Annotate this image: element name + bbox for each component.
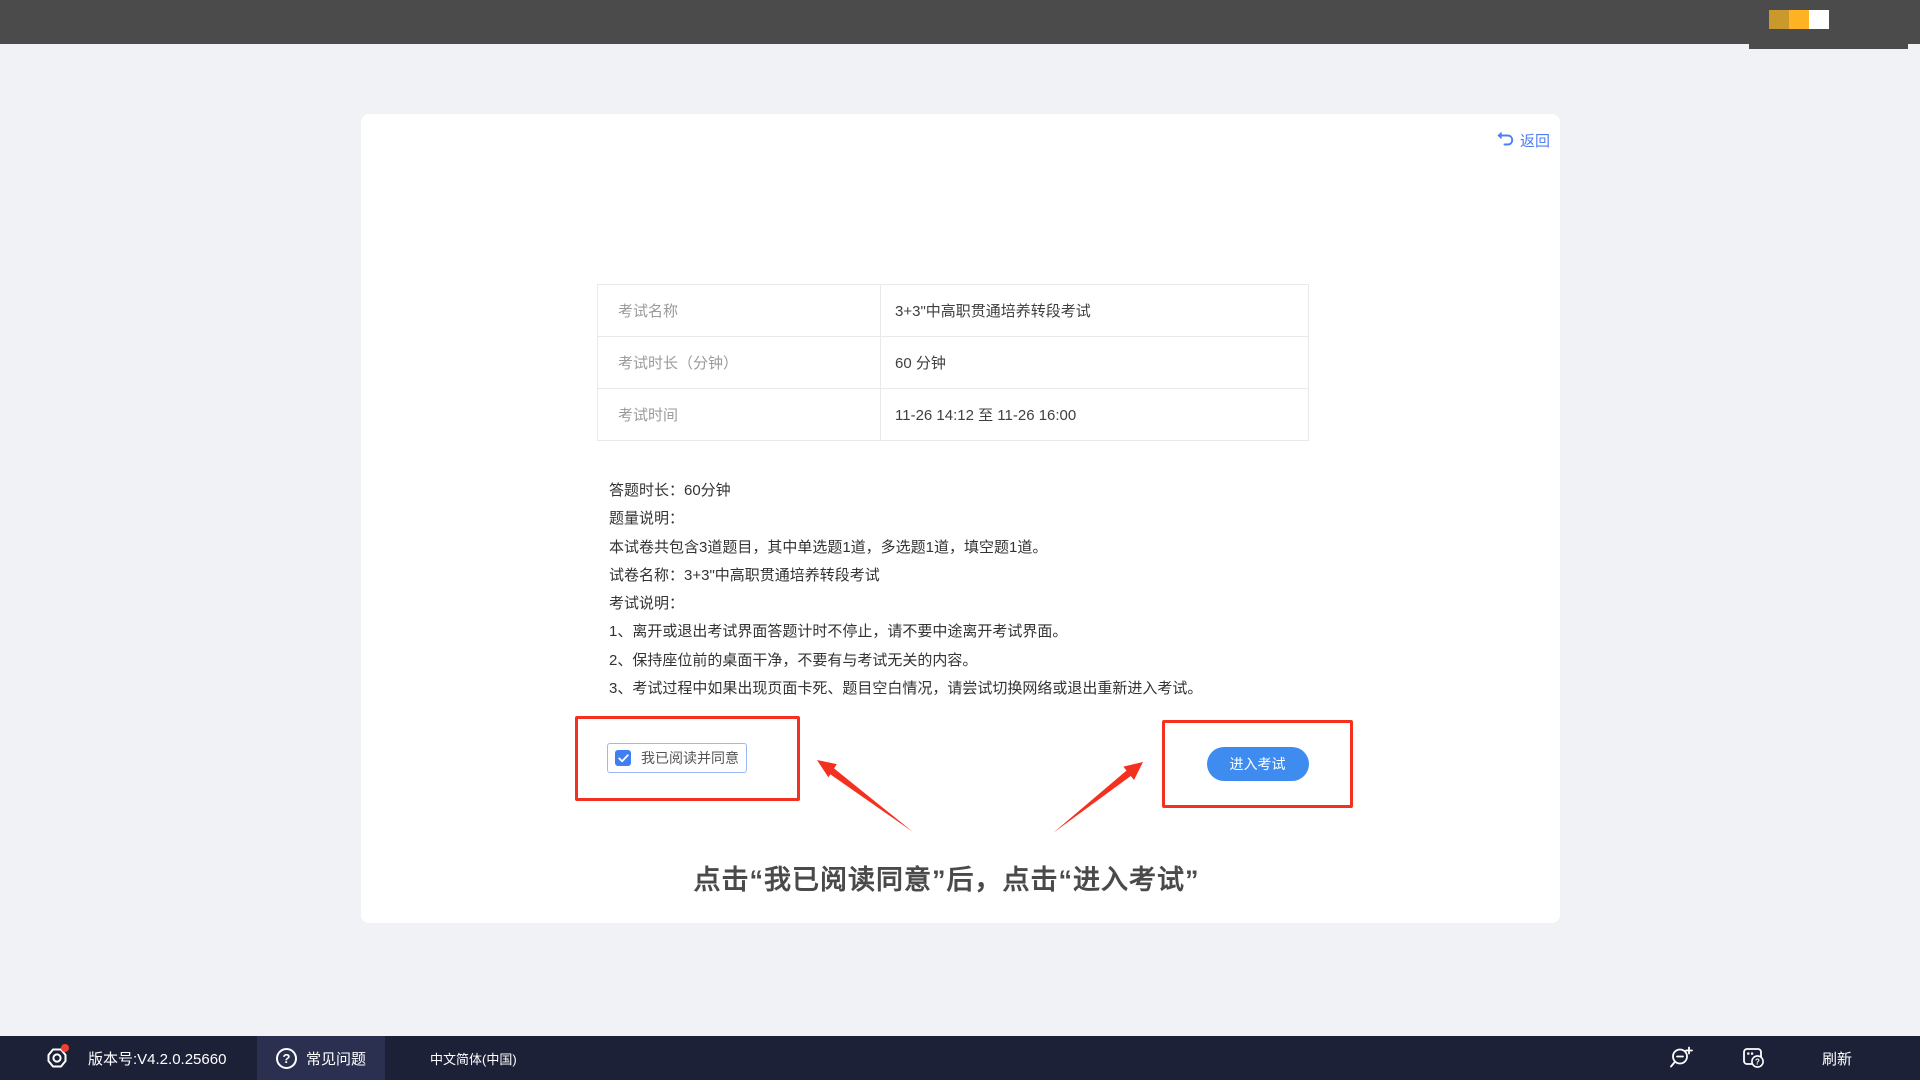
check-icon <box>618 754 629 763</box>
back-label: 返回 <box>1520 130 1550 151</box>
exam-time-label: 考试时间 <box>598 389 881 440</box>
instruction-line: 题量说明： <box>609 505 1202 533</box>
refresh-button[interactable]: 刷新 <box>1822 1036 1852 1080</box>
table-row: 考试时间 11-26 14:12 至 11-26 16:00 <box>598 389 1308 441</box>
exam-duration-value: 60 分钟 <box>881 337 1308 388</box>
top-bar-notch <box>1749 0 1908 49</box>
agree-checkbox-group[interactable]: 我已阅读并同意 <box>607 743 747 773</box>
survey-button[interactable]: ? <box>1740 1036 1766 1080</box>
exam-instructions: 答题时长：60分钟 题量说明： 本试卷共包含3道题目，其中单选题1道，多选题1道… <box>609 477 1202 703</box>
exam-name-value: 3+3"中高职贯通培养转段考试 <box>881 285 1308 336</box>
undo-icon <box>1497 131 1514 150</box>
exam-info-table: 考试名称 3+3"中高职贯通培养转段考试 考试时长（分钟） 60 分钟 考试时间… <box>597 284 1309 441</box>
questionnaire-icon: ? <box>1740 1045 1766 1071</box>
instruction-line: 3、考试过程中如果出现页面卡死、题目空白情况，请尝试切换网络或退出重新进入考试。 <box>609 675 1202 703</box>
button-annotation-box: 进入考试 <box>1162 720 1353 808</box>
annotation-caption: 点击“我已阅读同意”后，点击“进入考试” <box>361 858 1560 897</box>
table-row: 考试名称 3+3"中高职贯通培养转段考试 <box>598 285 1308 337</box>
exam-name-label: 考试名称 <box>598 285 881 336</box>
instruction-line: 本试卷共包含3道题目，其中单选题1道，多选题1道，填空题1道。 <box>609 534 1202 562</box>
enter-exam-button[interactable]: 进入考试 <box>1207 747 1309 781</box>
instruction-line: 考试说明： <box>609 590 1202 618</box>
question-circle-icon: ? <box>276 1048 297 1069</box>
version-label: 版本号:V4.2.0.25660 <box>88 1036 226 1080</box>
instruction-line: 试卷名称：3+3"中高职贯通培养转段考试 <box>609 562 1202 590</box>
zoom-control[interactable] <box>1668 1036 1694 1080</box>
app-logo-squares <box>1769 10 1829 29</box>
faq-label: 常见问题 <box>306 1048 366 1069</box>
instruction-line: 2、保持座位前的桌面干净，不要有与考试无关的内容。 <box>609 647 1202 675</box>
exam-info-card: 返回 考试名称 3+3"中高职贯通培养转段考试 考试时长（分钟） 60 分钟 考… <box>361 114 1560 923</box>
instruction-line: 1、离开或退出考试界面答题计时不停止，请不要中途离开考试界面。 <box>609 618 1202 646</box>
exam-duration-label: 考试时长（分钟） <box>598 337 881 388</box>
logo-square-white <box>1809 10 1829 29</box>
zoom-icon <box>1668 1045 1694 1071</box>
language-selector[interactable]: 中文简体(中国) <box>430 1036 517 1080</box>
logo-square-yellow <box>1789 10 1809 29</box>
agree-checkbox-label: 我已阅读并同意 <box>641 748 739 768</box>
top-bar <box>0 0 1920 44</box>
table-row: 考试时长（分钟） 60 分钟 <box>598 337 1308 389</box>
logo-square-gold <box>1769 10 1789 29</box>
bottom-bar: 版本号:V4.2.0.25660 ? 常见问题 中文简体(中国) ? 刷新 <box>0 1036 1920 1080</box>
recording-red-dot <box>61 1044 69 1052</box>
instruction-line: 答题时长：60分钟 <box>609 477 1202 505</box>
svg-text:?: ? <box>1755 1057 1760 1066</box>
exam-time-value: 11-26 14:12 至 11-26 16:00 <box>881 389 1308 440</box>
back-button[interactable]: 返回 <box>1497 130 1550 151</box>
agree-checkbox[interactable] <box>615 750 631 766</box>
faq-button[interactable]: ? 常见问题 <box>257 1036 385 1080</box>
recording-indicator <box>44 1036 70 1080</box>
checkbox-annotation-box: 我已阅读并同意 <box>575 716 800 801</box>
